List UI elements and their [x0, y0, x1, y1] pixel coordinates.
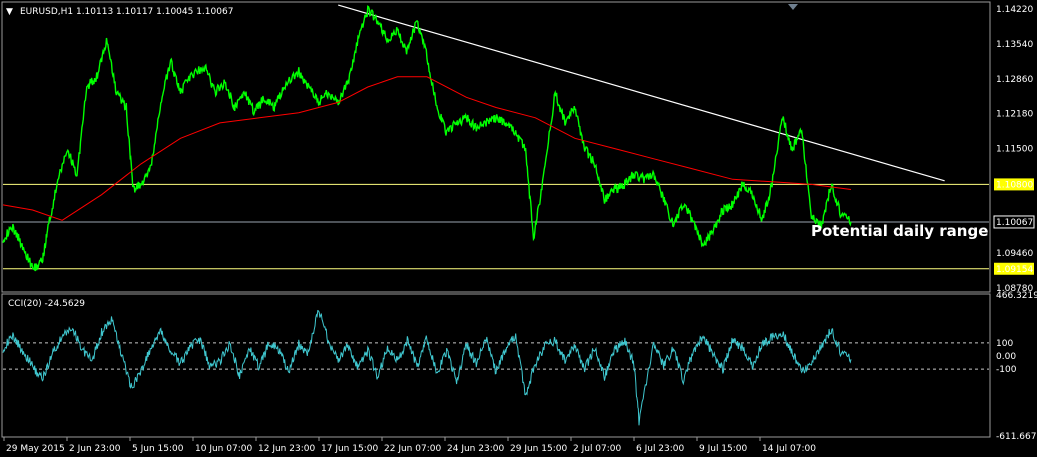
- time-axis-tick-6: 22 Jun 07:00: [384, 444, 441, 454]
- price-axis-tick-6: 1.10067: [996, 218, 1033, 228]
- indicator-info: CCI(20) -24.5629: [8, 299, 85, 309]
- time-axis-tick-12: 14 Jul 07:00: [762, 444, 816, 454]
- time-axis-tick-1: 2 Jun 23:00: [69, 444, 121, 454]
- cci-axis-tick-1: 100: [996, 339, 1013, 349]
- time-axis-tick-9: 2 Jul 07:00: [573, 444, 622, 454]
- price-chart[interactable]: ▼ EURUSD,H1 1.10113 1.10117 1.10045 1.10…: [0, 0, 1037, 457]
- potential-daily-range-annotation: Potential daily range: [811, 222, 988, 240]
- cci-axis-tick-4: -611.6673: [996, 432, 1037, 442]
- price-axis-tick-4: 1.11500: [996, 145, 1033, 155]
- time-axis-tick-5: 17 Jun 15:00: [321, 444, 378, 454]
- symbol-info: EURUSD,H1 1.10113 1.10117 1.10045 1.1006…: [20, 7, 233, 17]
- price-axis-tick-7: 1.09460: [996, 249, 1033, 259]
- cci-axis-tick-0: 466.3219: [996, 291, 1037, 301]
- time-axis-tick-2: 5 Jun 15:00: [132, 444, 184, 454]
- time-axis-tick-3: 10 Jun 07:00: [195, 444, 252, 454]
- time-axis-tick-0: 29 May 2015: [6, 444, 65, 454]
- price-axis-tick-5: 1.10800: [996, 180, 1033, 190]
- price-axis-tick-1: 1.13540: [996, 40, 1033, 50]
- time-axis-tick-4: 12 Jun 23:00: [258, 444, 315, 454]
- chart-menu-icon[interactable]: ▼: [6, 7, 13, 17]
- cci-axis-tick-3: -100: [996, 365, 1017, 375]
- time-axis-tick-8: 29 Jun 15:00: [510, 444, 567, 454]
- price-axis-tick-8: 1.09154: [996, 265, 1033, 275]
- time-axis-tick-11: 9 Jul 15:00: [699, 444, 748, 454]
- price-axis-tick-3: 1.12180: [996, 110, 1033, 120]
- cci-axis-tick-2: 0.00: [996, 352, 1016, 362]
- time-axis-tick-7: 24 Jun 23:00: [447, 444, 504, 454]
- time-axis-tick-10: 6 Jul 23:00: [636, 444, 685, 454]
- price-axis-tick-0: 1.14220: [996, 5, 1033, 15]
- price-axis-tick-2: 1.12860: [996, 75, 1033, 85]
